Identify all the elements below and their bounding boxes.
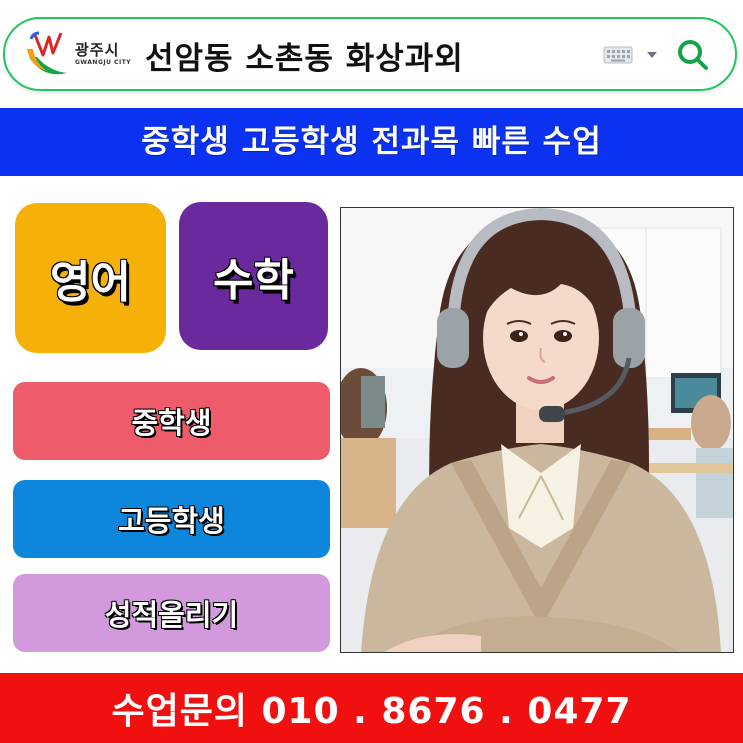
city-name: 광주시	[75, 41, 120, 59]
middle-school-button[interactable]: 중학생	[13, 382, 330, 460]
search-bar[interactable]: 광주시 GWANGJU CITY 선암동 소촌동 화상과외	[3, 17, 737, 91]
english-label: 영어	[50, 257, 131, 308]
contact-text: 수업문의 010 . 8676 . 0477	[111, 691, 632, 732]
high-school-button[interactable]: 고등학생	[13, 480, 330, 558]
search-query[interactable]: 선암동 소촌동 화상과외	[145, 33, 464, 78]
city-english-name: GWANGJU CITY	[75, 59, 132, 66]
math-tile[interactable]: 수학	[179, 202, 328, 350]
keyboard-icon[interactable]	[603, 46, 633, 64]
high-school-label: 고등학생	[118, 504, 225, 538]
math-label: 수학	[213, 255, 294, 306]
gwangju-logo-icon	[27, 31, 67, 75]
contact-banner: 수업문의 010 . 8676 . 0477	[0, 673, 743, 743]
tutor-photo	[340, 207, 734, 653]
top-banner-text: 중학생 고등학생 전과목 빠른 수업	[141, 124, 602, 160]
english-tile[interactable]: 영어	[15, 203, 166, 353]
top-banner: 중학생 고등학생 전과목 빠른 수업	[0, 108, 743, 176]
tutor-illustration	[341, 208, 733, 652]
chevron-down-icon[interactable]	[647, 51, 657, 59]
improve-grades-button[interactable]: 성적올리기	[13, 574, 330, 652]
improve-grades-label: 성적올리기	[104, 598, 239, 632]
search-icon[interactable]	[675, 37, 711, 73]
middle-school-label: 중학생	[131, 406, 212, 440]
